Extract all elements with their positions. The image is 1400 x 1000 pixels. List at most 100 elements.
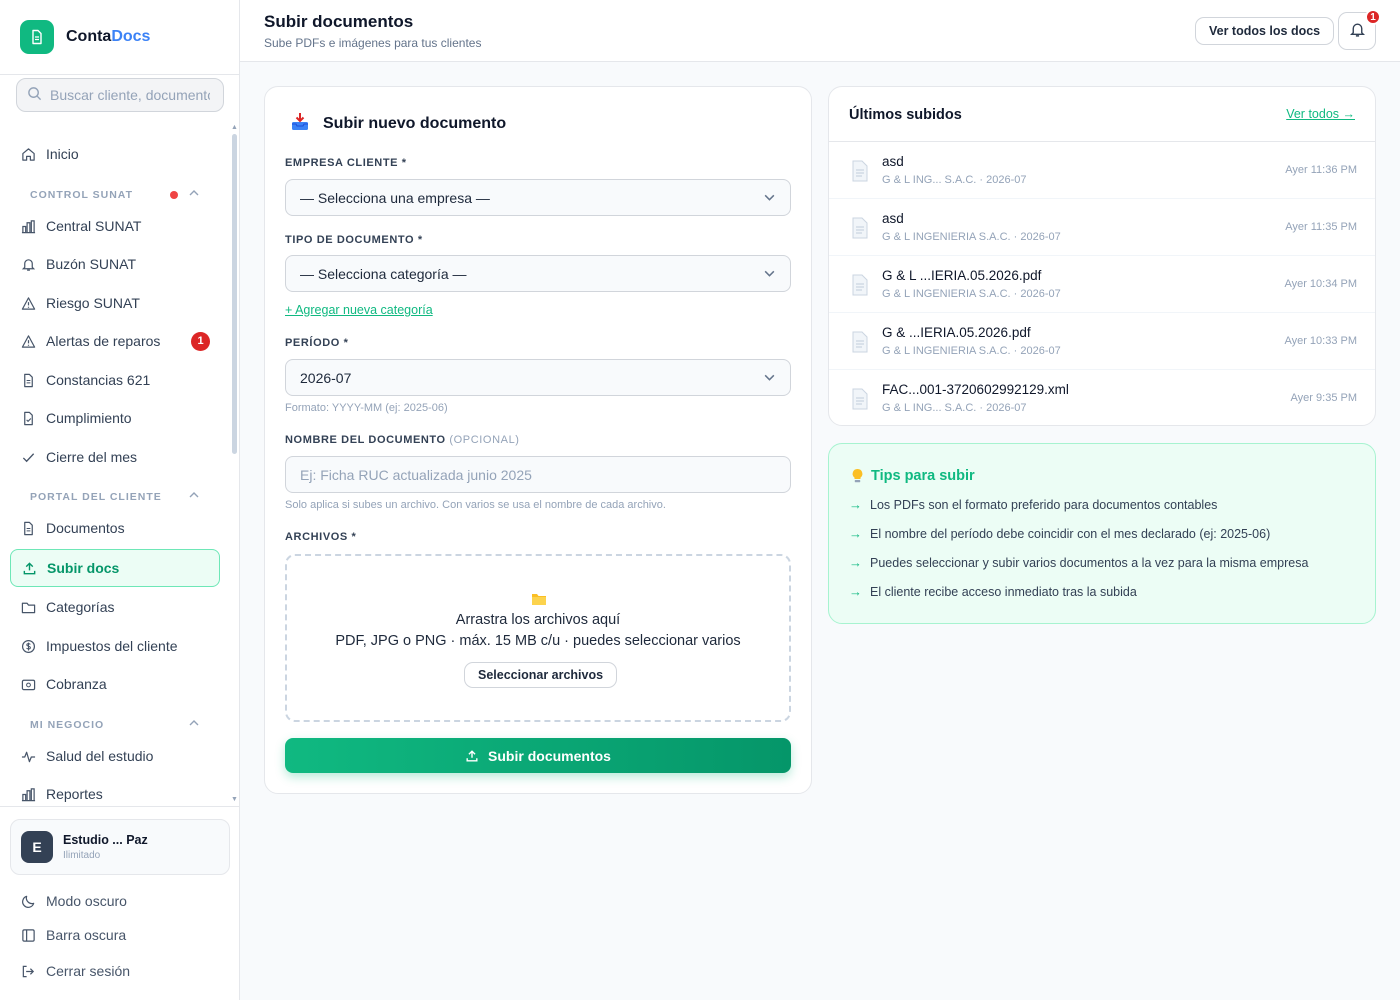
sidebar-item-impuestos[interactable]: Impuestos del cliente: [10, 627, 220, 665]
sidebar-item-cierre-mes[interactable]: Cierre del mes: [10, 438, 220, 476]
archivos-label: ARCHIVOS *: [285, 531, 357, 543]
sidebar-item-salud-estudio[interactable]: Salud del estudio: [10, 737, 220, 775]
select-files-button[interactable]: Seleccionar archivos: [464, 662, 618, 688]
sidebar-item-documentos[interactable]: Documentos: [10, 509, 220, 547]
tip-item: → Puedes seleccionar y subir varios docum…: [849, 555, 1309, 570]
sidebar-item-buzon-sunat[interactable]: Buzón SUNAT: [10, 245, 220, 283]
sidebar-item-inicio[interactable]: Inicio: [10, 135, 220, 173]
empresa-select[interactable]: — Selecciona una empresa —: [285, 179, 791, 216]
sidebar-item-reportes[interactable]: Reportes: [10, 775, 220, 806]
chevron-up-icon[interactable]: [188, 717, 200, 732]
section-portal-cliente[interactable]: PORTAL DEL CLIENTE: [30, 491, 200, 503]
sidebar-item-cobranza[interactable]: Cobranza: [10, 665, 220, 703]
arrow-right-icon: →: [849, 526, 862, 541]
sidebar-item-categorias[interactable]: Categorías: [10, 588, 220, 626]
tipo-select-value: — Selecciona categoría —: [300, 265, 467, 282]
studio-plan: Ilimitado: [63, 850, 101, 861]
add-category-link[interactable]: + Agregar nueva categoría: [285, 303, 433, 317]
file-icon: [20, 372, 36, 388]
submit-label: Subir documentos: [488, 747, 611, 764]
file-meta: G & L INGENIERIA S.A.C. · 2026-07: [882, 231, 1061, 243]
list-item[interactable]: FAC...001-3720602992129.xml G & L ING...…: [829, 370, 1375, 425]
periodo-select[interactable]: 2026-07: [285, 359, 791, 396]
bar-chart-icon: [20, 786, 36, 802]
document-icon: [851, 331, 869, 356]
sidebar-item-central-sunat[interactable]: Central SUNAT: [10, 207, 220, 245]
brand[interactable]: ContaDocs: [0, 0, 239, 75]
form-title: Subir nuevo documento: [323, 114, 507, 132]
document-icon: [851, 160, 869, 185]
list-item[interactable]: asd G & L ING... S.A.C. · 2026-07 Ayer 1…: [829, 142, 1375, 199]
dropzone-hint: PDF, JPG o PNG · máx. 15 MB c/u · puedes…: [335, 633, 741, 649]
chevron-up-icon[interactable]: [188, 489, 200, 504]
logout-label: Cerrar sesión: [46, 963, 131, 979]
sidebar-item-riesgo-sunat[interactable]: Riesgo SUNAT: [10, 284, 220, 322]
dark-bar-toggle[interactable]: Barra oscura: [20, 927, 126, 943]
tip-item: → El cliente recibe acceso inmediato tras…: [849, 584, 1137, 599]
logout-button[interactable]: Cerrar sesión: [20, 963, 130, 979]
tips-title: Tips para subir: [851, 468, 975, 484]
file-meta: G & L ING... S.A.C. · 2026-07: [882, 402, 1027, 414]
scroll-thumb[interactable]: [232, 134, 237, 454]
search-input[interactable]: [50, 87, 210, 103]
chevron-up-icon[interactable]: [188, 187, 200, 202]
scroll-up-icon[interactable]: ▲: [231, 124, 238, 131]
brand-name: ContaDocs: [66, 28, 151, 45]
recent-title: Últimos subidos: [849, 107, 962, 123]
sidebar-nav: Inicio CONTROL SUNAT Central SUNAT Buzón…: [0, 124, 240, 806]
sidebar-item-cumplimiento[interactable]: Cumplimiento: [10, 399, 220, 437]
list-item[interactable]: asd G & L INGENIERIA S.A.C. · 2026-07 Ay…: [829, 199, 1375, 256]
file-time: Ayer 11:36 PM: [1285, 164, 1357, 176]
section-label: MI NEGOCIO: [30, 719, 105, 731]
logout-icon: [20, 963, 36, 979]
arrow-right-icon: →: [849, 584, 862, 599]
sidebar-item-alertas-reparos[interactable]: Alertas de reparos 1: [10, 322, 220, 360]
sidebar-search[interactable]: [16, 78, 224, 112]
file-name: FAC...001-3720602992129.xml: [882, 382, 1069, 397]
dark-mode-label: Modo oscuro: [46, 893, 127, 909]
see-all-link[interactable]: Ver todos →: [1286, 107, 1355, 121]
file-dropzone[interactable]: Arrastra los archivos aquí PDF, JPG o PN…: [285, 554, 791, 722]
nombre-input[interactable]: [285, 456, 791, 493]
activity-icon: [20, 748, 36, 764]
scroll-down-icon[interactable]: ▼: [231, 796, 238, 803]
bell-icon: [20, 256, 36, 272]
tipo-select[interactable]: — Selecciona categoría —: [285, 255, 791, 292]
sidebar-item-label: Alertas de reparos: [46, 333, 161, 349]
list-item[interactable]: G & L ...IERIA.05.2026.pdf G & L INGENIE…: [829, 256, 1375, 313]
view-all-docs-button[interactable]: Ver todos los docs: [1195, 17, 1335, 45]
nombre-label: NOMBRE DEL DOCUMENTO (OPCIONAL): [285, 434, 520, 446]
warning-icon: [20, 295, 36, 311]
tip-item: → Los PDFs son el formato preferido para …: [849, 497, 1218, 512]
warning-icon: [20, 333, 36, 349]
dark-mode-toggle[interactable]: Modo oscuro: [20, 893, 127, 909]
document-icon: [851, 388, 869, 413]
file-name: asd: [882, 154, 904, 169]
sidebar-item-constancias[interactable]: Constancias 621: [10, 361, 220, 399]
studio-card[interactable]: E Estudio ... Paz Ilimitado: [10, 819, 230, 875]
section-control-sunat[interactable]: CONTROL SUNAT: [30, 189, 200, 201]
periodo-hint: Formato: YYYY-MM (ej: 2025-06): [285, 402, 448, 414]
periodo-label: PERÍODO *: [285, 337, 349, 349]
doc-logo-icon: [20, 20, 54, 54]
page-subtitle: Sube PDFs e imágenes para tus clientes: [264, 36, 482, 50]
check-icon: [20, 449, 36, 465]
submit-upload-button[interactable]: Subir documentos: [285, 738, 791, 773]
chevron-down-icon: [763, 371, 776, 387]
dollar-circle-icon: [20, 638, 36, 654]
tipo-label: TIPO DE DOCUMENTO *: [285, 234, 423, 246]
sidebar-item-label: Documentos: [46, 520, 125, 536]
sidebar-item-label: Central SUNAT: [46, 218, 142, 234]
home-icon: [20, 146, 36, 162]
sidebar-item-label: Salud del estudio: [46, 748, 154, 764]
nombre-hint: Solo aplica si subes un archivo. Con var…: [285, 499, 666, 511]
sidebar-scrollbar[interactable]: ▲ ▼: [230, 124, 238, 806]
sidebar-item-subir-docs[interactable]: Subir docs: [10, 549, 220, 587]
section-mi-negocio[interactable]: MI NEGOCIO: [30, 719, 200, 731]
sidebar: ContaDocs Inicio CONTROL SUNAT Central S…: [0, 0, 240, 1000]
notification-count-badge: 1: [1365, 9, 1381, 25]
file-time: Ayer 11:35 PM: [1285, 221, 1357, 233]
notifications-button[interactable]: 1: [1338, 9, 1381, 50]
list-item[interactable]: G & ...IERIA.05.2026.pdf G & L INGENIERI…: [829, 313, 1375, 370]
sidebar-item-label: Cobranza: [46, 676, 107, 692]
